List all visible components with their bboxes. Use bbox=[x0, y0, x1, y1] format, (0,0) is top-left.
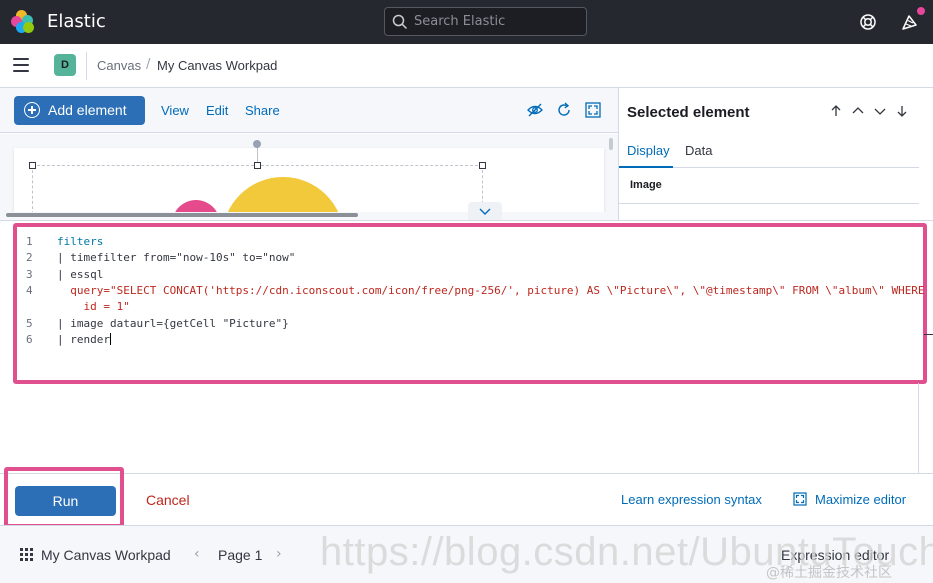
tab-display[interactable]: Display bbox=[627, 143, 670, 158]
rotation-handle[interactable] bbox=[253, 140, 261, 148]
resize-handle[interactable] bbox=[29, 162, 36, 169]
code-line: | render bbox=[57, 332, 110, 346]
arrow-down-icon[interactable] bbox=[896, 105, 908, 117]
workpad-title[interactable]: My Canvas Workpad bbox=[41, 547, 171, 563]
news-feed-icon[interactable] bbox=[900, 12, 920, 32]
search-placeholder: Search Elastic bbox=[414, 14, 506, 29]
share-menu[interactable]: Share bbox=[245, 103, 280, 118]
help-icon[interactable] bbox=[858, 12, 878, 32]
notification-dot bbox=[917, 7, 925, 15]
maximize-icon bbox=[793, 492, 807, 506]
line-number: 4 bbox=[26, 283, 33, 297]
chevron-up-icon[interactable] bbox=[852, 105, 864, 117]
breadcrumb-workpad: My Canvas Workpad bbox=[157, 58, 278, 73]
maximize-label: Maximize editor bbox=[815, 492, 907, 507]
space-avatar[interactable]: D bbox=[54, 54, 76, 76]
panel-title: Selected element bbox=[627, 104, 750, 121]
arrow-up-icon[interactable] bbox=[830, 105, 842, 117]
line-number: 2 bbox=[26, 251, 33, 265]
editor-resize-mark bbox=[924, 334, 933, 335]
top-header: Elastic Search Elastic bbox=[0, 0, 933, 44]
collapse-editor-button[interactable] bbox=[468, 202, 502, 220]
code-line: | essql bbox=[57, 267, 104, 281]
edit-menu[interactable]: Edit bbox=[206, 103, 228, 118]
breadcrumb-canvas[interactable]: Canvas bbox=[97, 58, 141, 73]
run-button[interactable]: Run bbox=[15, 486, 116, 516]
chevron-left-icon[interactable]: ‹ bbox=[194, 546, 200, 562]
line-number: 5 bbox=[26, 316, 33, 330]
view-menu[interactable]: View bbox=[161, 103, 189, 118]
workpad-toolbar: Add element View Edit Share bbox=[0, 88, 618, 133]
code-line: filters bbox=[57, 235, 104, 248]
learn-syntax-link[interactable]: Learn expression syntax bbox=[621, 492, 762, 507]
section-divider bbox=[619, 203, 919, 204]
divider bbox=[86, 52, 87, 80]
code-line: query="SELECT CONCAT('https://cdn.iconsc… bbox=[57, 283, 925, 297]
search-icon bbox=[392, 14, 408, 30]
add-element-label: Add element bbox=[48, 102, 127, 118]
fullscreen-icon[interactable] bbox=[585, 102, 601, 118]
line-number: 3 bbox=[26, 267, 33, 281]
code-line-with-cursor: | render bbox=[57, 332, 111, 348]
code-line: | timefilter from="now-10s" to="now" bbox=[57, 251, 296, 265]
section-image-title: Image bbox=[630, 179, 662, 191]
chevron-down-icon[interactable] bbox=[874, 105, 886, 117]
scrollbar-thumb[interactable] bbox=[6, 213, 358, 217]
selected-element-panel: Selected element Display Data Image bbox=[618, 88, 933, 220]
eye-closed-icon[interactable] bbox=[527, 102, 543, 118]
editor-actions: Run Cancel Learn expression syntax Maxim… bbox=[0, 467, 933, 528]
expression-editor: 1 filters 2 | timefilter from="now-10s" … bbox=[0, 220, 933, 473]
active-tab-indicator bbox=[619, 166, 673, 168]
breadcrumb-bar: D Canvas / My Canvas Workpad bbox=[0, 44, 933, 88]
cancel-button[interactable]: Cancel bbox=[146, 492, 190, 508]
plus-circle-icon bbox=[24, 102, 40, 118]
refresh-icon[interactable] bbox=[557, 102, 571, 118]
code-line: id = 1" bbox=[57, 300, 130, 314]
search-input[interactable]: Search Elastic bbox=[384, 7, 587, 36]
vertical-scrollbar-thumb[interactable] bbox=[609, 138, 613, 150]
chevron-right-icon[interactable]: › bbox=[276, 546, 282, 562]
menu-icon[interactable] bbox=[13, 58, 29, 72]
line-number: 6 bbox=[26, 332, 33, 346]
line-number: 1 bbox=[26, 235, 33, 248]
text-cursor bbox=[109, 332, 111, 345]
code-line: | image dataurl={getCell "Picture"} bbox=[57, 316, 289, 330]
tab-data[interactable]: Data bbox=[685, 143, 712, 158]
highlight-frame bbox=[13, 223, 927, 384]
page-bar: My Canvas Workpad ‹ Page 1 › Expression … bbox=[0, 525, 933, 583]
page-indicator[interactable]: Page 1 bbox=[218, 547, 262, 563]
brand-name[interactable]: Elastic bbox=[47, 11, 106, 32]
watermark-sub: @稀土掘金技术社区 bbox=[766, 565, 892, 581]
grid-icon[interactable] bbox=[20, 548, 33, 561]
chevron-down-icon bbox=[479, 208, 491, 215]
breadcrumb-separator: / bbox=[146, 57, 151, 72]
resize-handle[interactable] bbox=[254, 162, 261, 169]
add-element-button[interactable]: Add element bbox=[14, 96, 145, 125]
canvas-stage bbox=[0, 134, 618, 220]
editor-scrollbar[interactable] bbox=[918, 383, 919, 473]
elastic-logo-icon[interactable] bbox=[11, 10, 35, 34]
resize-handle[interactable] bbox=[479, 162, 486, 169]
